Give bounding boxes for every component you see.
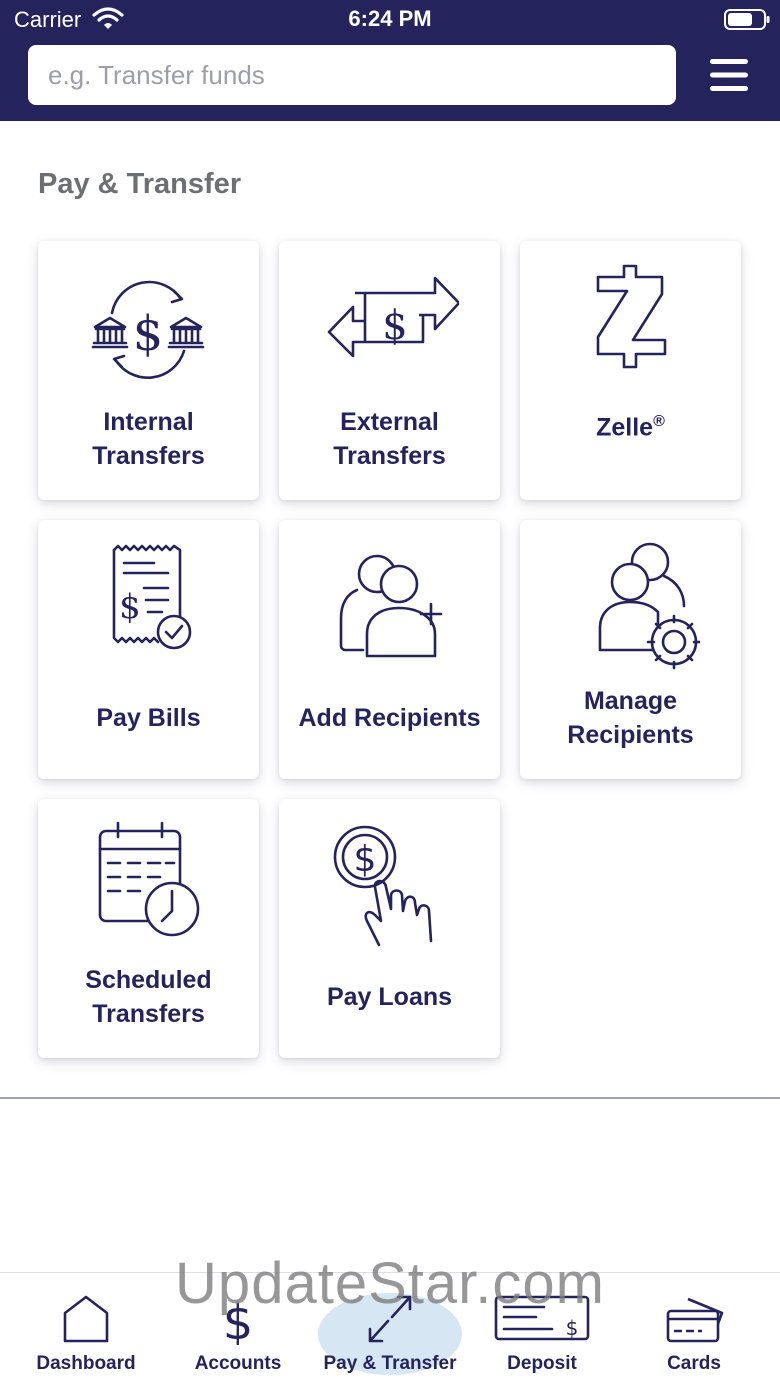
home-icon (63, 1295, 109, 1343)
tab-label: Pay & Transfer (323, 1353, 457, 1374)
bill-icon: $ (112, 544, 192, 650)
svg-text:$: $ (566, 1316, 579, 1340)
tab-deposit[interactable]: $ Deposit (476, 1273, 608, 1387)
svg-text:$: $ (223, 1295, 254, 1345)
tile-external-transfers[interactable]: $ External Transfers (279, 241, 500, 500)
cards-icon (666, 1297, 724, 1343)
tab-label: Dashboard (36, 1353, 136, 1374)
loan-payment-icon: $ (333, 825, 433, 947)
check-deposit-icon: $ (494, 1295, 590, 1341)
svg-text:$: $ (133, 306, 164, 362)
tile-internal-transfers[interactable]: $ Internal Transfers (38, 241, 259, 500)
add-user-icon (339, 554, 443, 658)
page-title: Pay & Transfer (38, 168, 242, 200)
manage-users-icon (598, 542, 700, 670)
tile-label: Zelle® (596, 413, 665, 442)
bottom-tab-bar: Dashboard $ Accounts Pay & Transfer $ De… (0, 1272, 780, 1387)
tile-label: Scheduled Transfers (85, 966, 212, 1028)
svg-text:$: $ (354, 839, 377, 880)
search-input[interactable] (28, 45, 676, 105)
internal-transfer-icon: $ (91, 280, 205, 379)
tile-label: Manage Recipients (567, 687, 694, 749)
tile-pay-loans[interactable]: $ Pay Loans (279, 799, 500, 1058)
tile-manage-recipients[interactable]: Manage Recipients (520, 520, 741, 779)
tile-label: Pay Bills (96, 704, 201, 732)
zelle-icon (596, 264, 667, 369)
tab-dashboard[interactable]: Dashboard (20, 1273, 152, 1387)
transfer-arrows-icon (368, 1295, 412, 1343)
tab-pay-transfer[interactable]: Pay & Transfer (318, 1273, 462, 1387)
hamburger-menu-icon[interactable] (706, 56, 752, 94)
external-transfer-icon: $ (327, 276, 459, 358)
tab-accounts[interactable]: $ Accounts (172, 1273, 304, 1387)
tile-scheduled-transfers[interactable]: Scheduled Transfers (38, 799, 259, 1058)
tab-label: Deposit (507, 1353, 577, 1374)
tile-label: Pay Loans (326, 983, 453, 1011)
tab-label: Cards (667, 1353, 721, 1374)
tile-pay-bills[interactable]: $ Pay Bills (38, 520, 259, 779)
tile-zelle[interactable]: Zelle® (520, 241, 741, 500)
dollar-icon: $ (223, 1295, 254, 1345)
svg-text:$: $ (382, 303, 407, 349)
tab-label: Accounts (194, 1353, 282, 1374)
app-header: Carrier 6:24 PM (0, 0, 780, 121)
tab-cards[interactable]: Cards (628, 1273, 760, 1387)
battery-icon (724, 9, 770, 30)
status-bar: Carrier 6:24 PM (0, 0, 780, 40)
tile-add-recipients[interactable]: Add Recipients (279, 520, 500, 779)
calendar-clock-icon (98, 821, 200, 937)
tile-label: Add Recipients (298, 704, 481, 732)
svg-text:$: $ (119, 587, 141, 627)
tile-label: External Transfers (333, 408, 446, 470)
status-time: 6:24 PM (348, 6, 432, 31)
tile-label: Internal Transfers (92, 408, 205, 470)
content-divider (0, 1097, 780, 1099)
